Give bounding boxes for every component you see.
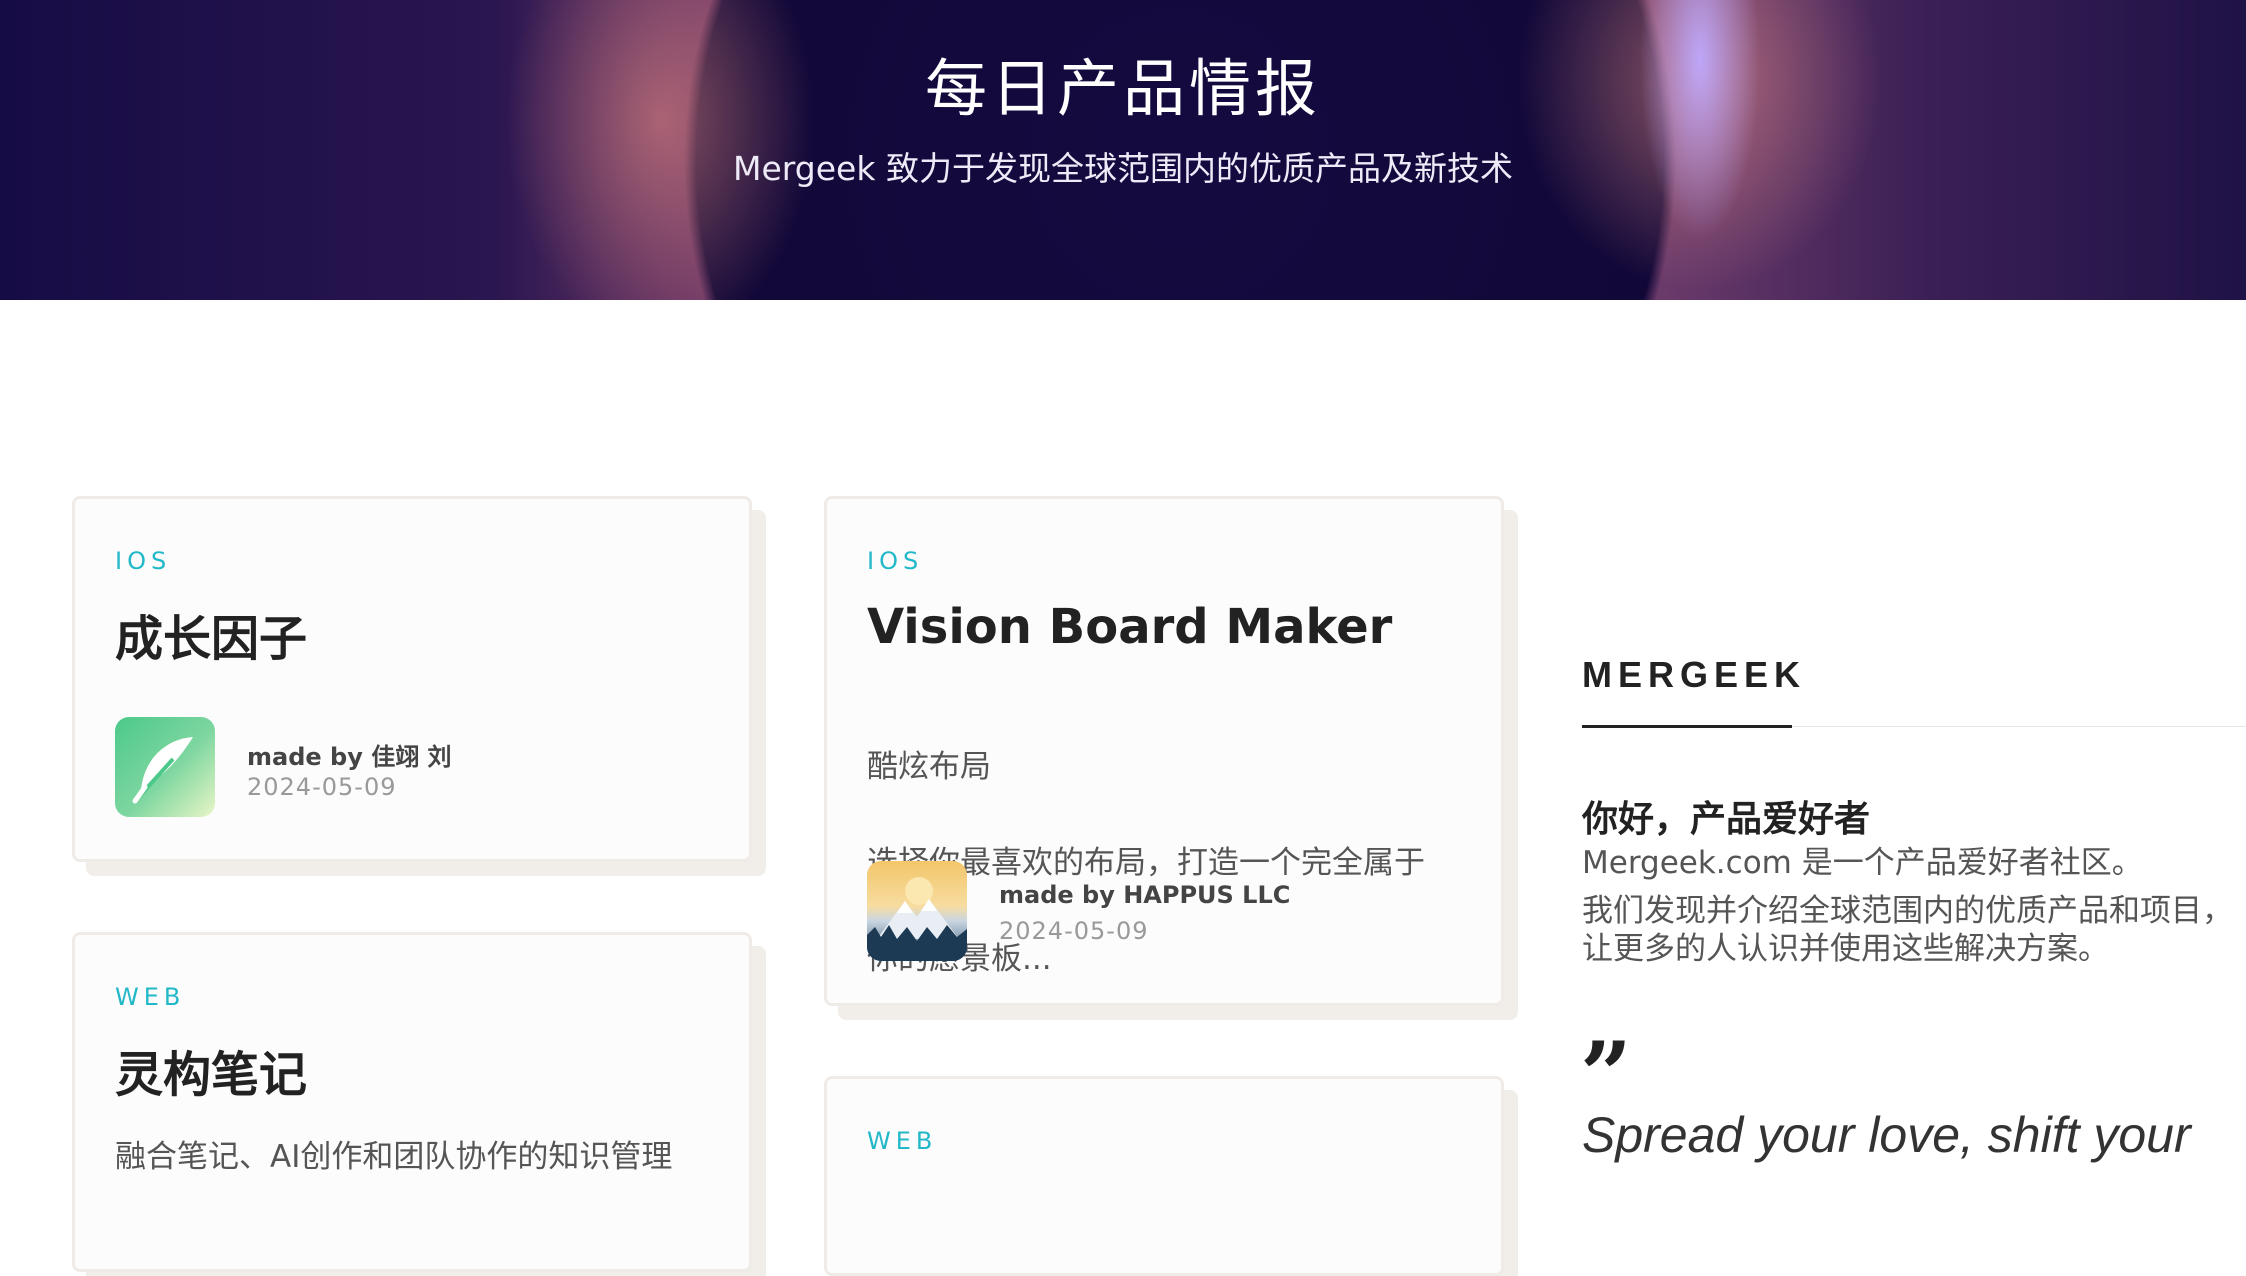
platform-tag[interactable]: IOS <box>115 547 171 575</box>
product-card[interactable]: WEB 灵构笔记 融合笔记、AI创作和团队协作的知识管理 <box>72 932 752 1272</box>
brand-underline <box>1582 725 1792 728</box>
sidebar-intro: 让更多的人认识并使用这些解决方案。 <box>1582 931 2109 967</box>
post-date: 2024-05-09 <box>247 773 397 801</box>
sidebar-intro: 我们发现并介绍全球范围内的优质产品和项目， <box>1582 893 2233 929</box>
product-card[interactable]: WEB <box>824 1076 1504 1276</box>
product-card[interactable]: IOS 成长因子 made by 佳翊 刘 2024-05-09 <box>72 496 752 862</box>
hero-subtitle: Mergeek 致力于发现全球范围内的优质产品及新技术 <box>733 149 1513 188</box>
maker-name[interactable]: made by 佳翊 刘 <box>247 737 452 772</box>
product-title[interactable]: 灵构笔记 <box>115 1035 307 1105</box>
description-line: 酷炫布局 <box>867 749 991 785</box>
product-description: 融合笔记、AI创作和团队协作的知识管理 <box>115 1139 673 1175</box>
platform-tag[interactable]: WEB <box>115 983 185 1011</box>
sidebar-heading: 你好，产品爱好者 <box>1582 799 1871 840</box>
platform-tag[interactable]: WEB <box>867 1127 937 1155</box>
post-date: 2024-05-09 <box>999 917 1149 945</box>
sidebar-brand: MERGEEK <box>1582 654 1807 695</box>
platform-tag[interactable]: IOS <box>867 547 923 575</box>
maker-name[interactable]: made by HAPPUS LLC <box>999 881 1290 909</box>
product-title[interactable]: 成长因子 <box>115 599 307 669</box>
sidebar-quote: Spread your love, shift your <box>1582 1107 2191 1163</box>
hero-title: 每日产品情报 <box>924 52 1321 125</box>
product-card[interactable]: IOS Vision Board Maker 酷炫布局 选择你最喜欢的布局，打造… <box>824 496 1504 1006</box>
divider <box>1792 726 2246 727</box>
sidebar-intro: Mergeek.com 是一个产品爱好者社区。 <box>1582 845 2143 881</box>
product-title[interactable]: Vision Board Maker <box>867 599 1392 655</box>
feather-icon[interactable] <box>115 717 215 817</box>
mountain-icon[interactable] <box>867 861 967 961</box>
hero-banner: 每日产品情报 Mergeek 致力于发现全球范围内的优质产品及新技术 <box>0 0 2246 300</box>
